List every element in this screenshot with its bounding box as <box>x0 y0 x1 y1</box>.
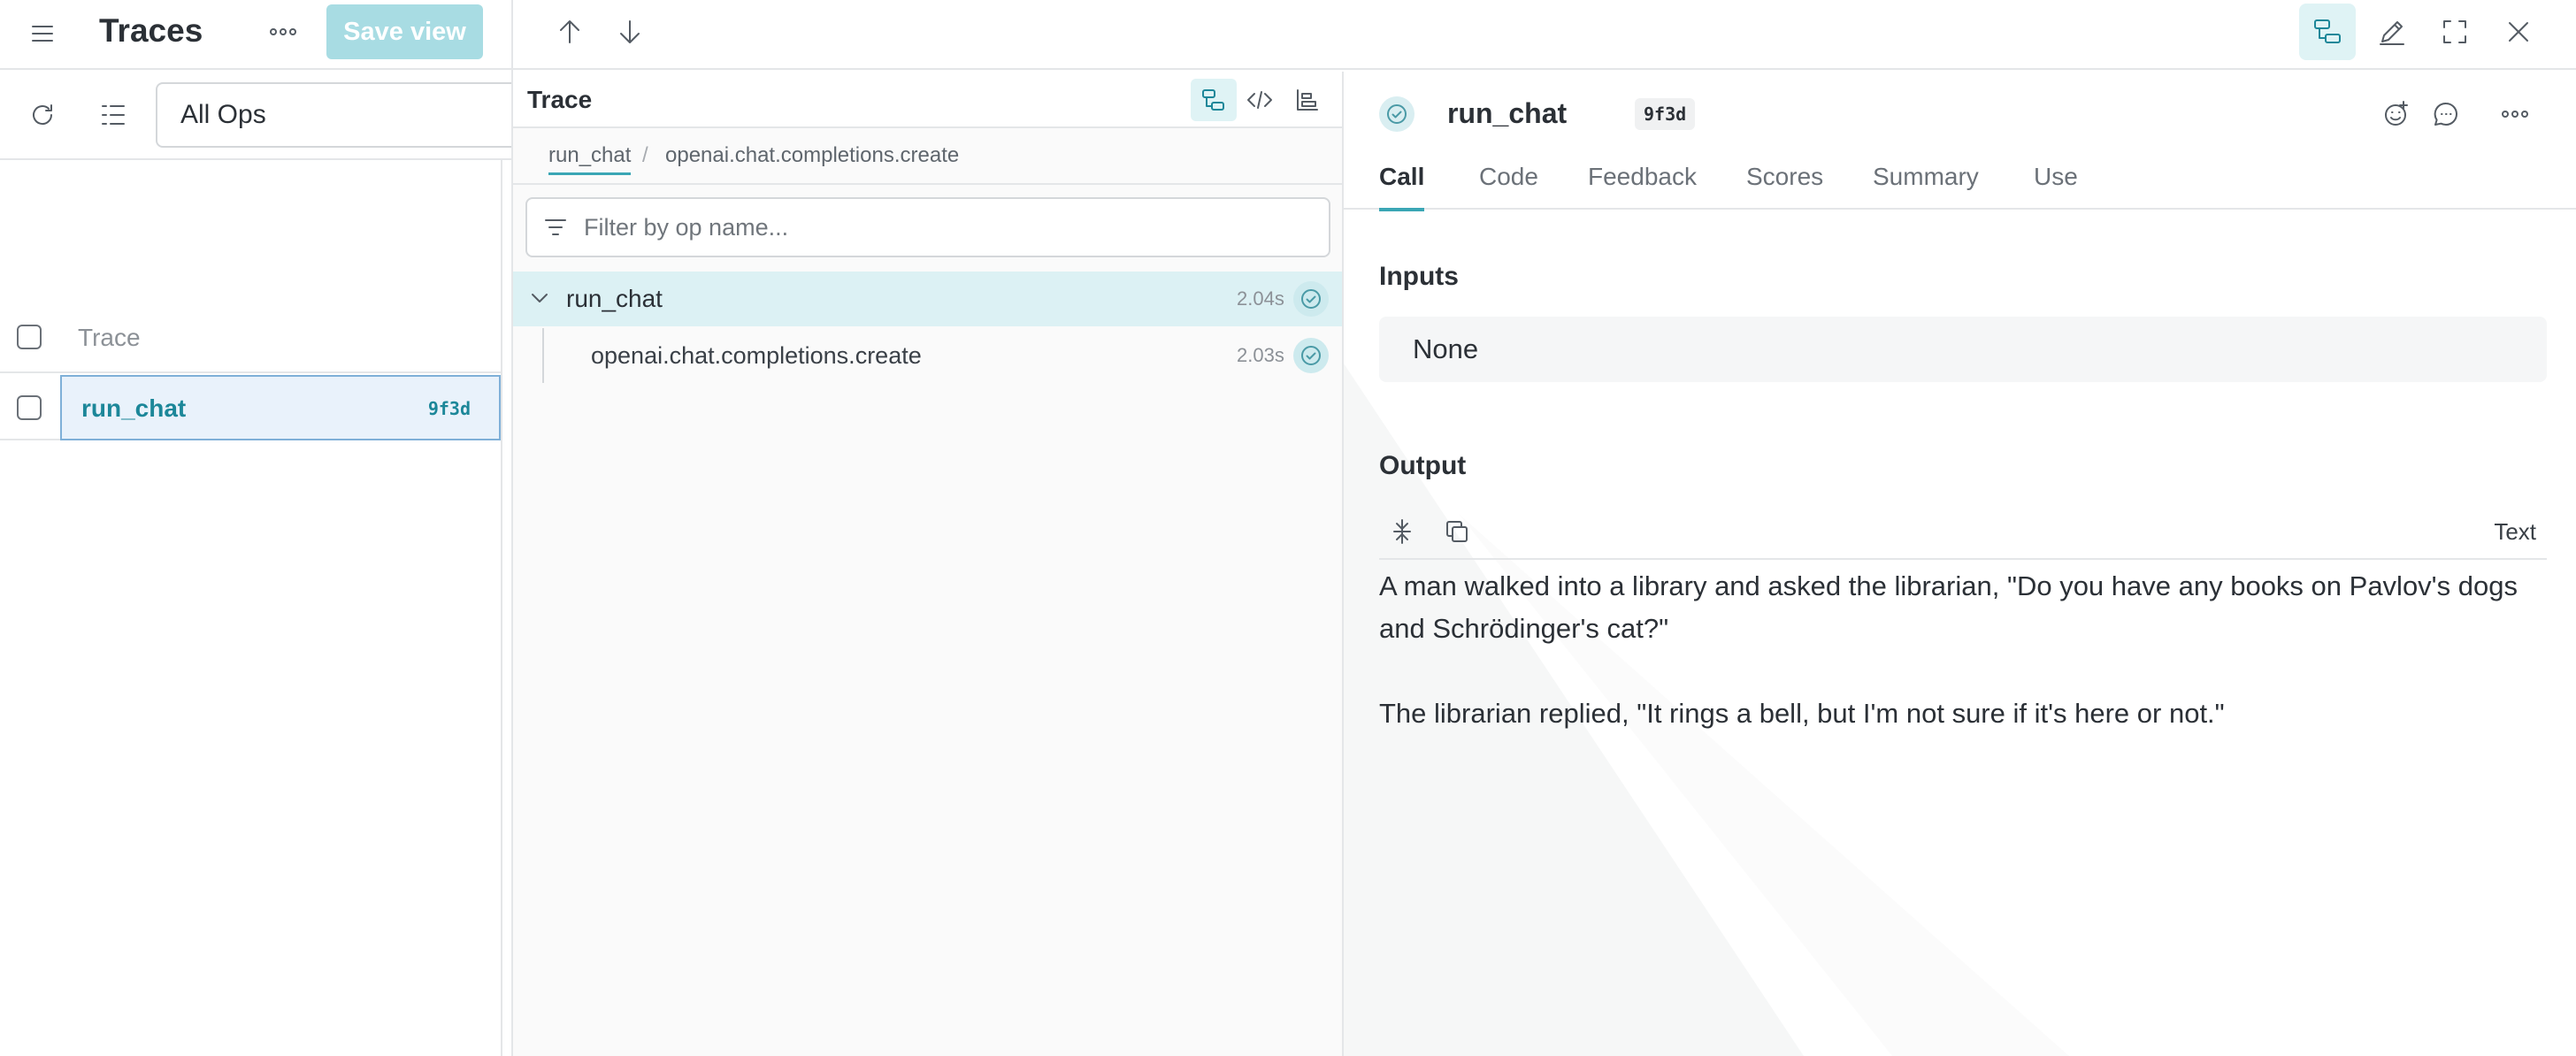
tree-guide-line <box>542 328 544 383</box>
traces-panel: Traces Save view All Ops Trace run_chat … <box>0 0 527 1056</box>
output-text: A man walked into a library and asked th… <box>1379 565 2556 735</box>
background-pattern <box>1344 363 2069 1056</box>
call-title: run_chat <box>1447 97 1568 129</box>
columns-icon[interactable] <box>96 97 131 133</box>
trace-tree-title: Trace <box>527 86 593 113</box>
inputs-value-box: None <box>1379 317 2547 382</box>
inputs-heading: Inputs <box>1379 262 1459 291</box>
hamburger-icon[interactable] <box>25 16 60 51</box>
tab-summary[interactable]: Summary <box>1873 158 1979 210</box>
tab-use[interactable]: Use <box>2034 158 2078 210</box>
copy-icon[interactable] <box>1439 512 1475 551</box>
filter-lines-icon <box>543 217 568 238</box>
refresh-icon[interactable] <box>25 97 60 133</box>
trace-name[interactable]: run_chat <box>81 393 186 425</box>
trace-cell[interactable]: run_chat 9f3d <box>60 375 501 440</box>
inputs-value: None <box>1413 333 1479 364</box>
output-heading: Output <box>1379 451 1467 480</box>
drawer-toolbar <box>513 0 2576 70</box>
trace-tree-panel: Trace run_chat / openai.chat.completions… <box>513 72 1343 1056</box>
output-paragraph: The librarian replied, "It rings a bell,… <box>1379 698 2225 729</box>
tree-node-label: openai.chat.completions.create <box>591 342 922 369</box>
call-detail-panel: run_chat 9f3d Call Code Feedback Scores … <box>1344 72 2576 1056</box>
pencil-icon[interactable] <box>2364 4 2420 60</box>
op-filter-field[interactable] <box>525 197 1330 257</box>
page-title: Traces <box>99 12 203 49</box>
tree-view-icon[interactable] <box>1191 79 1237 121</box>
panel-divider <box>501 160 502 1056</box>
code-icon[interactable] <box>1237 79 1283 121</box>
chevron-down-icon[interactable] <box>529 287 550 309</box>
check-circle-icon <box>1293 338 1329 373</box>
breadcrumb-item-run-chat[interactable]: run_chat <box>548 142 632 175</box>
emoji-add-icon[interactable] <box>2373 91 2419 137</box>
output-paragraph: A man walked into a library and asked th… <box>1379 570 2518 644</box>
more-horizontal-icon[interactable] <box>265 14 301 50</box>
ops-select[interactable]: All Ops <box>156 82 527 148</box>
breadcrumb-separator: / <box>642 143 648 167</box>
tree-node-duration: 2.03s <box>1237 344 1284 366</box>
breadcrumb-item-openai-create[interactable]: openai.chat.completions.create <box>665 142 959 169</box>
collapse-icon[interactable] <box>1384 512 1420 551</box>
select-all-checkbox[interactable] <box>17 325 42 349</box>
tree-node-duration: 2.04s <box>1237 287 1284 310</box>
flame-graph-icon[interactable] <box>1284 79 1330 121</box>
tab-scores[interactable]: Scores <box>1746 158 1823 210</box>
breadcrumb: run_chat / openai.chat.completions.creat… <box>513 128 1343 185</box>
tab-feedback[interactable]: Feedback <box>1588 158 1697 210</box>
save-view-button[interactable]: Save view <box>326 4 483 59</box>
comment-icon[interactable] <box>2423 91 2469 137</box>
tree-node-run-chat[interactable]: run_chat 2.04s <box>513 272 1343 326</box>
check-circle-icon <box>1293 281 1329 317</box>
call-tabs: Call Code Feedback Scores Summary Use <box>1344 158 2576 211</box>
trace-tree-header: Trace <box>513 72 1343 128</box>
tab-code[interactable]: Code <box>1479 158 1538 210</box>
fullscreen-icon[interactable] <box>2426 4 2483 60</box>
tree-node-openai-create[interactable]: openai.chat.completions.create 2.03s <box>513 328 1343 383</box>
arrow-down-icon[interactable] <box>602 4 658 60</box>
table-header <box>0 310 501 373</box>
check-circle-icon <box>1379 96 1414 132</box>
output-toolbar: Text <box>1379 503 2547 560</box>
column-header-trace[interactable]: Trace <box>78 322 141 354</box>
call-id-badge[interactable]: 9f3d <box>1635 98 1696 130</box>
tab-call[interactable]: Call <box>1379 158 1425 211</box>
row-checkbox[interactable] <box>17 395 42 420</box>
close-icon[interactable] <box>2490 4 2547 60</box>
arrow-up-icon[interactable] <box>541 4 598 60</box>
tree-view-icon[interactable] <box>2299 4 2356 60</box>
output-format-toggle[interactable]: Text <box>2494 517 2536 546</box>
trace-id: 9f3d <box>427 398 471 419</box>
tree-node-label: run_chat <box>566 285 663 312</box>
more-horizontal-icon[interactable] <box>2492 91 2538 137</box>
op-filter-input[interactable] <box>584 199 1309 256</box>
